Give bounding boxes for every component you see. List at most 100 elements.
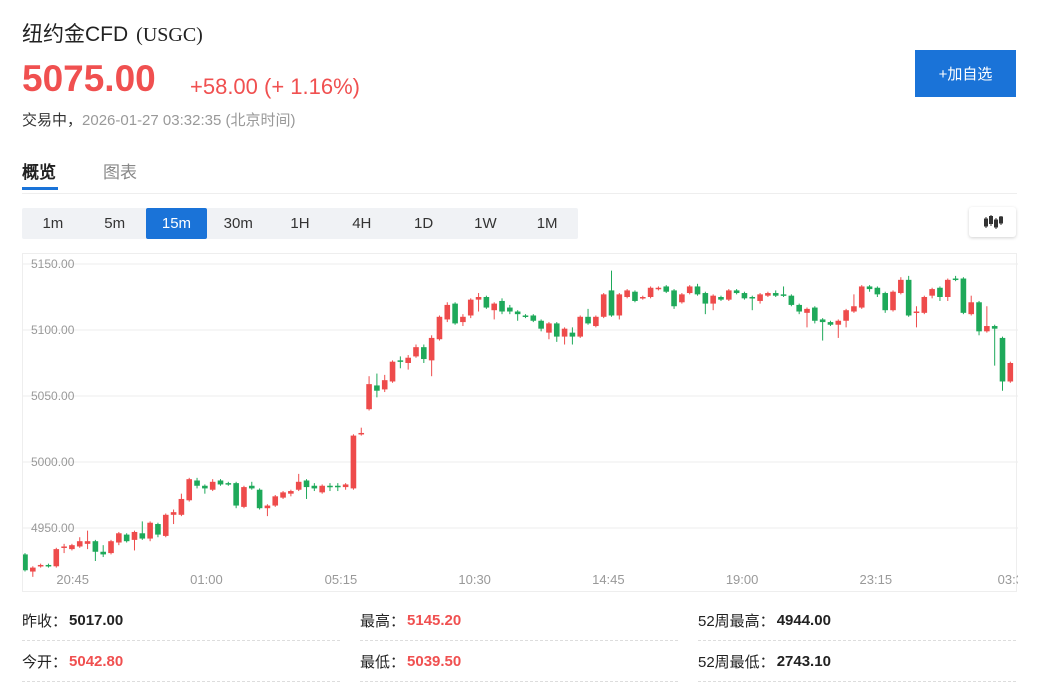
candle-body bbox=[233, 483, 239, 506]
x-tick-label: 14:45 bbox=[592, 572, 625, 587]
candle-body bbox=[968, 302, 975, 315]
candle-body bbox=[671, 290, 677, 307]
candle-body bbox=[92, 541, 99, 552]
stat-52w-low: 52周最低： 2743.10 bbox=[698, 641, 1016, 682]
status-text: 交易中， bbox=[22, 112, 83, 129]
candle-body bbox=[741, 293, 748, 299]
candle-body bbox=[76, 541, 83, 547]
stat-open: 今开： 5042.80 bbox=[22, 641, 340, 682]
candle-body bbox=[389, 361, 396, 382]
candle-body bbox=[1007, 363, 1014, 382]
candle-body bbox=[890, 291, 896, 311]
stat-prev-close: 昨收： 5017.00 bbox=[22, 600, 340, 641]
candle-body bbox=[976, 302, 982, 332]
candle-body bbox=[30, 567, 36, 572]
period-4h[interactable]: 4H bbox=[331, 208, 393, 239]
candle-body bbox=[475, 297, 482, 300]
candle-body bbox=[600, 294, 607, 317]
candle-body bbox=[999, 337, 1006, 382]
candle-body bbox=[61, 546, 67, 548]
period-1mo[interactable]: 1M bbox=[516, 208, 578, 239]
candle-body bbox=[108, 541, 114, 554]
candle-body bbox=[178, 498, 185, 515]
candle-body bbox=[624, 290, 630, 297]
period-1m[interactable]: 1m bbox=[22, 208, 84, 239]
candle-body bbox=[944, 279, 951, 297]
tab-overview[interactable]: 概览 bbox=[22, 158, 56, 183]
stat-label: 最低： bbox=[360, 653, 406, 671]
y-tick-label: 4950.00 bbox=[31, 521, 75, 535]
period-selector: 1m 5m 15m 30m 1H 4H 1D 1W 1M bbox=[22, 208, 578, 239]
candle-body bbox=[397, 360, 404, 362]
candle-body bbox=[514, 311, 521, 315]
candle-body bbox=[804, 308, 810, 313]
candle-body bbox=[858, 286, 865, 308]
candle-body bbox=[921, 297, 928, 313]
candle-body bbox=[460, 316, 466, 323]
x-tick-label: 01:00 bbox=[190, 572, 223, 587]
period-15m[interactable]: 15m bbox=[145, 208, 208, 239]
candle-body bbox=[288, 491, 294, 494]
add-to-watchlist-button[interactable]: +加自选 bbox=[915, 50, 1016, 97]
stat-value: 5039.50 bbox=[407, 652, 462, 670]
price-change: +58.00 (+ 1.16%) bbox=[190, 74, 361, 99]
candle-body bbox=[452, 303, 458, 324]
candle-body bbox=[726, 290, 732, 300]
candle-body bbox=[147, 522, 153, 539]
period-1d[interactable]: 1D bbox=[393, 208, 455, 239]
candle-body bbox=[264, 505, 271, 509]
stat-label: 今开： bbox=[22, 653, 68, 671]
candle-body bbox=[694, 286, 701, 295]
candle-body bbox=[421, 347, 427, 360]
period-5m[interactable]: 5m bbox=[84, 208, 146, 239]
stat-label: 52周最低： bbox=[698, 653, 775, 671]
stat-value: 4944.00 bbox=[776, 611, 831, 629]
candle-body bbox=[819, 319, 826, 323]
candle-body bbox=[217, 480, 224, 485]
candle-body bbox=[155, 524, 161, 535]
instrument-code: (USGC) bbox=[136, 24, 203, 46]
stat-low: 最低： 5039.50 bbox=[360, 641, 678, 682]
candle-body bbox=[788, 295, 795, 305]
chart-canvas: 5150.00 5100.00 5050.00 5000.00 4950.00 20:45… bbox=[22, 257, 1023, 587]
stat-high: 最高： 5145.20 bbox=[360, 600, 678, 641]
timestamp: 2026-01-27 03:32:35 (北京时间) bbox=[82, 112, 296, 129]
period-1h[interactable]: 1H bbox=[269, 208, 331, 239]
candle-body bbox=[413, 347, 419, 357]
y-tick-label: 5050.00 bbox=[31, 389, 75, 403]
stat-value: 5017.00 bbox=[69, 611, 124, 629]
candle-body bbox=[585, 316, 591, 324]
candle-body bbox=[663, 286, 670, 292]
candle-body bbox=[225, 483, 232, 485]
candle-body bbox=[241, 487, 247, 507]
candle-body bbox=[733, 290, 740, 294]
candle-body bbox=[186, 479, 193, 501]
candle-body bbox=[655, 287, 662, 290]
tab-chart[interactable]: 图表 bbox=[103, 158, 137, 183]
stat-52w-high: 52周最高： 4944.00 bbox=[698, 600, 1016, 641]
candle-body bbox=[381, 380, 388, 390]
candle-body bbox=[327, 485, 333, 488]
candle-body bbox=[686, 286, 693, 294]
candle-body bbox=[929, 289, 935, 296]
candle-body bbox=[522, 315, 529, 317]
period-30m[interactable]: 30m bbox=[207, 208, 269, 239]
period-1w[interactable]: 1W bbox=[454, 208, 516, 239]
candle-body bbox=[295, 481, 302, 490]
candle-body bbox=[467, 299, 474, 316]
candle-body bbox=[405, 357, 411, 363]
instrument-name: 纽约金CFD bbox=[22, 23, 129, 46]
active-tab-indicator bbox=[22, 187, 58, 190]
candlestick-icon bbox=[983, 215, 1003, 229]
stat-value: 2743.10 bbox=[776, 652, 831, 670]
candle-body bbox=[639, 297, 646, 299]
candle-body bbox=[757, 294, 763, 301]
chart-type-button[interactable] bbox=[969, 207, 1016, 237]
candle-body bbox=[835, 320, 842, 325]
candle-body bbox=[632, 291, 638, 301]
candlestick-chart[interactable]: 5150.00 5100.00 5050.00 5000.00 4950.00 20:45… bbox=[22, 253, 1023, 592]
candle-body bbox=[358, 432, 365, 435]
candle-body bbox=[436, 316, 443, 340]
candle-body bbox=[311, 485, 318, 489]
stat-label: 昨收： bbox=[22, 612, 68, 630]
